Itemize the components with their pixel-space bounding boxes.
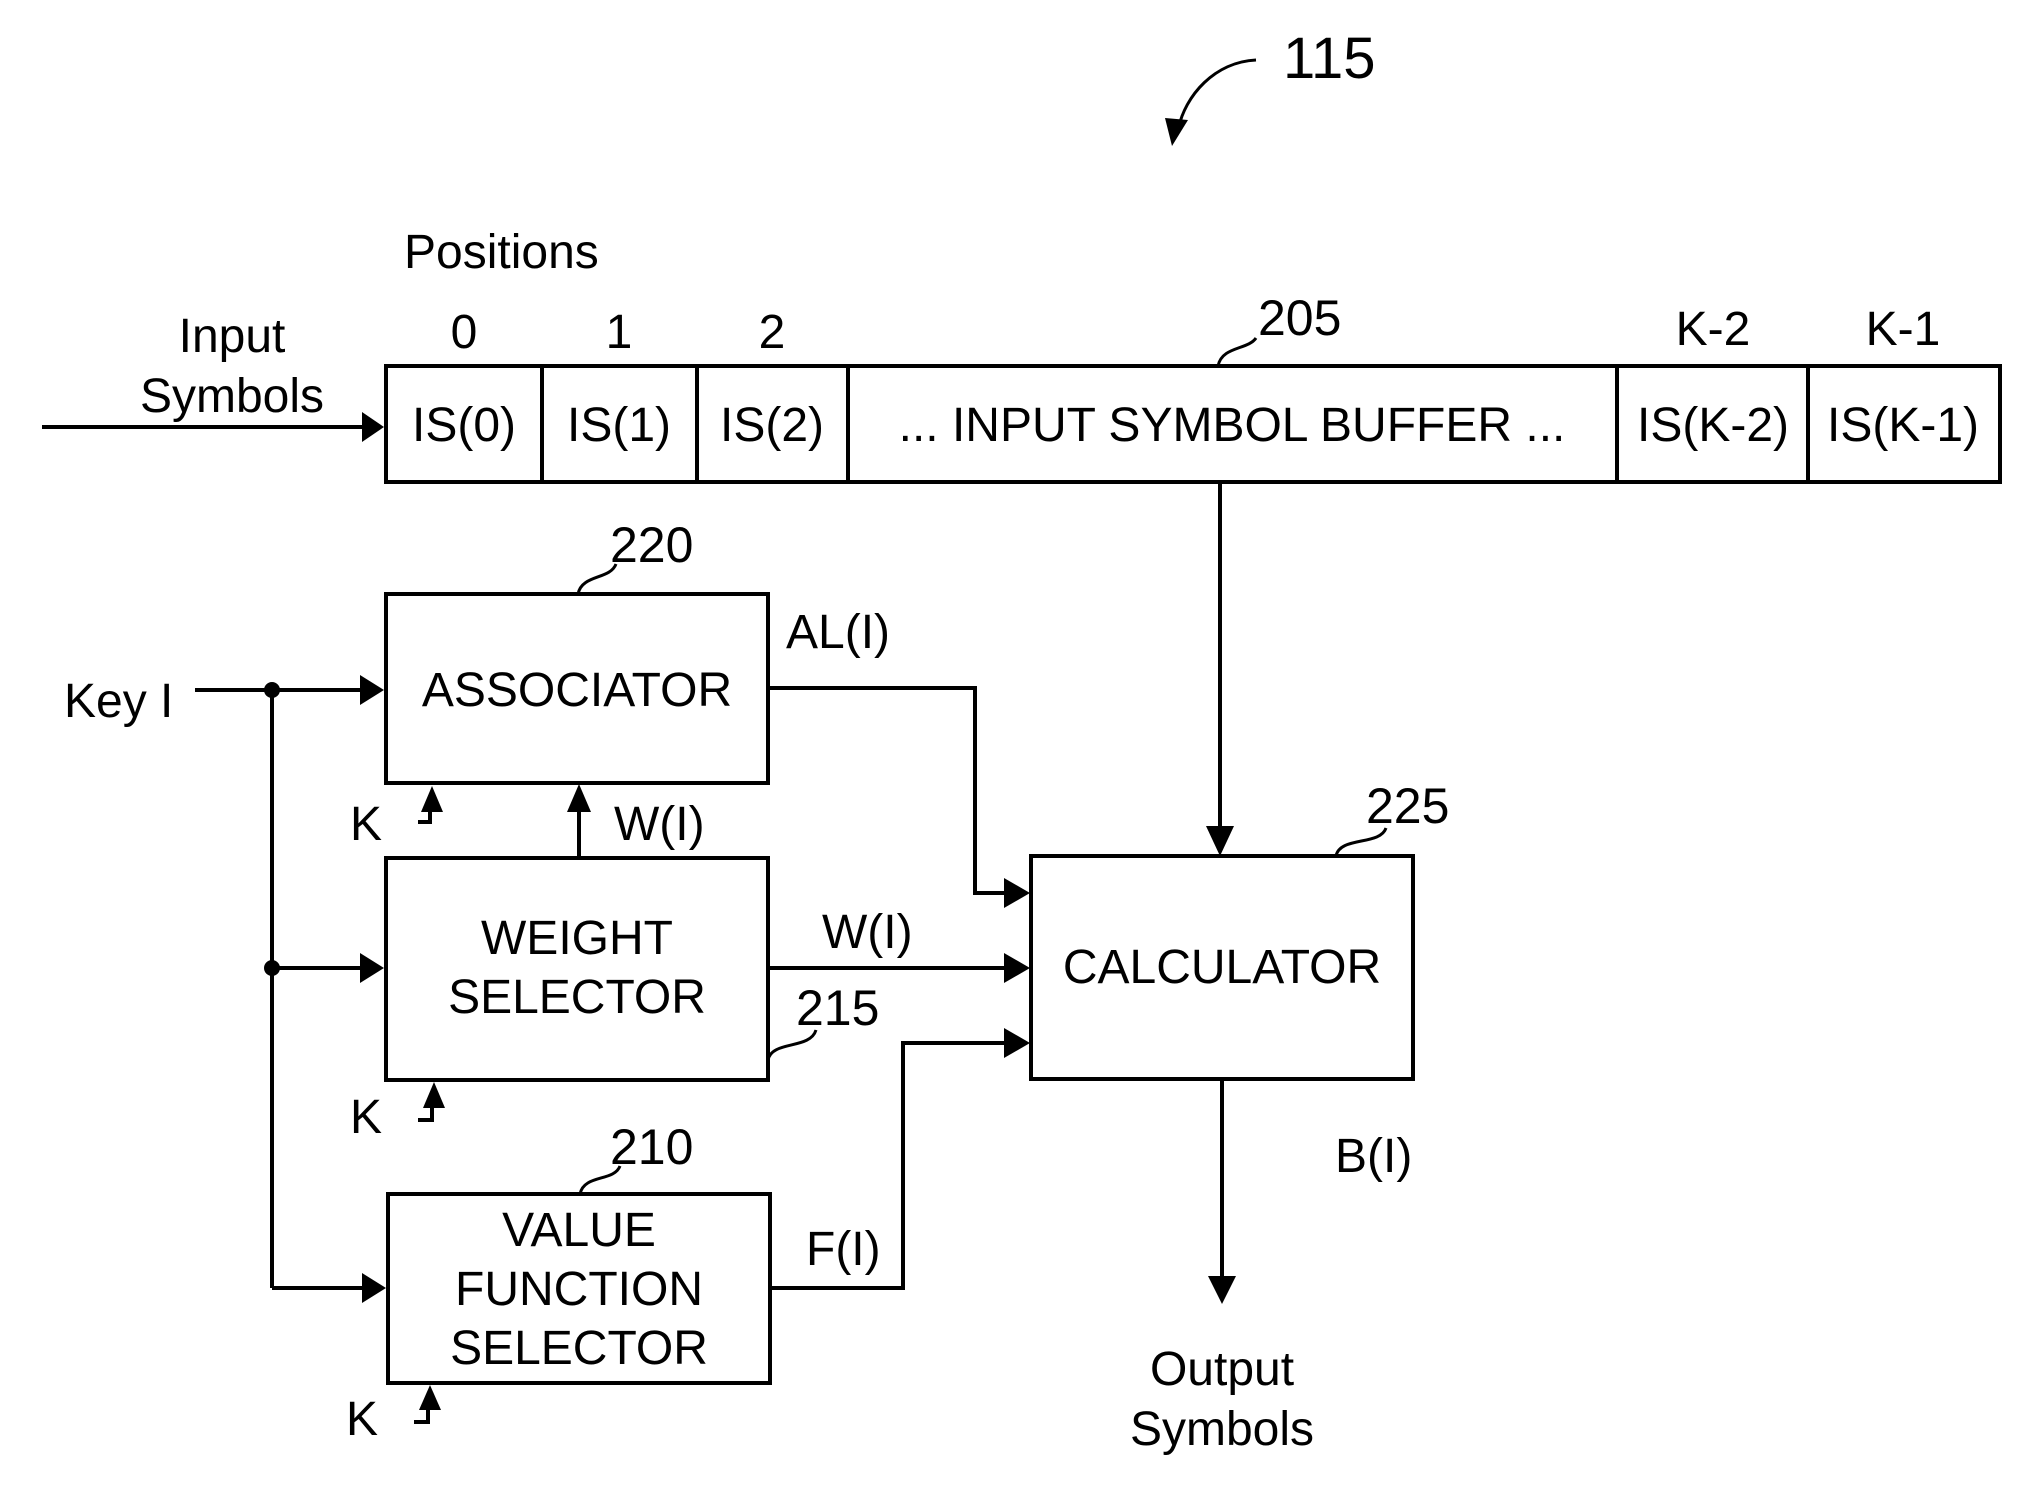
value-function-selector-k-line [414,1408,430,1424]
weight-output-label: W(I) [822,906,913,959]
weight-selector-k-label: K [350,1091,382,1144]
calculator-block: CALCULATOR 225 [1029,778,1449,1081]
value-function-selector-k-arrowhead [419,1385,441,1410]
figure-reference-label: 115 [1283,26,1375,91]
weight-selector-box [384,856,770,1082]
weight-selector-reference-label: 215 [796,980,879,1036]
associator-k-arrowhead [421,786,443,812]
position-label-2: 2 [759,306,786,359]
key-to-weight-arrowhead [360,953,384,983]
key-to-value-arrowhead [362,1273,386,1303]
position-label-k-2: K-2 [1676,303,1751,356]
associator-label: ASSOCIATOR [422,664,732,717]
weight-selector-label-line1: WEIGHT [481,912,673,965]
position-label-1: 1 [606,306,633,359]
value-function-selector-block: VALUE FUNCTION SELECTOR 210 K [346,1119,772,1446]
weight-to-associator-label: W(I) [614,798,705,851]
value-function-selector-label-line2: FUNCTION [455,1263,703,1316]
figure-reference: 115 [1165,26,1375,146]
positions-label: Positions [404,226,599,279]
calculator-reference-label: 225 [1366,778,1449,834]
calculator-label: CALCULATOR [1063,941,1381,994]
weight-to-associator-arrowhead [567,784,591,812]
figure-reference-arrowhead [1165,118,1188,146]
key-label: Key I [64,675,173,728]
weight-selector-k-arrowhead [423,1082,445,1108]
weight-selector-label-line2: SELECTOR [448,971,706,1024]
associator-block: ASSOCIATOR 220 K [350,517,770,851]
buffer-cell-is2: IS(2) [720,399,824,452]
value-function-output-label: F(I) [806,1223,881,1276]
key-junction-dot [264,682,280,698]
associator-output-label: AL(I) [786,606,890,659]
weight-selector-block: WEIGHT SELECTOR 215 K [350,856,879,1144]
calculator-output-arrowhead [1208,1276,1236,1304]
associator-to-calculator-arrowhead [1004,878,1030,908]
buffer-to-calculator-arrowhead [1206,826,1234,856]
buffer-cell-is0: IS(0) [412,399,516,452]
value-function-selector-reference-label: 210 [610,1119,693,1175]
buffer-cell-isk-1: IS(K-1) [1827,399,1979,452]
position-label-0: 0 [451,306,478,359]
input-symbol-buffer: 0 1 2 K-2 K-1 IS(0) IS(1) IS(2) ... INPU… [384,290,2002,484]
output-symbols-label-line2: Symbols [1130,1403,1314,1456]
associator-to-calculator-line [768,686,1006,895]
buffer-cell-isk-2: IS(K-2) [1637,399,1789,452]
calculator-output-label: B(I) [1335,1130,1412,1183]
value-function-selector-label-line3: SELECTOR [450,1322,708,1375]
buffer-reference-leader [1216,336,1258,367]
diagram-canvas: 115 Positions Input Symbols 0 1 2 K-2 K-… [42,26,2002,1456]
value-function-to-calculator-arrowhead [1004,1028,1030,1058]
associator-k-label: K [350,798,382,851]
output-symbols-label-line1: Output [1150,1343,1294,1396]
input-symbols-label-line2: Symbols [140,370,324,423]
figure-reference-arrow [1176,58,1257,131]
value-function-selector-k-label: K [346,1393,378,1446]
input-symbols-label-line1: Input [179,310,286,363]
input-symbols-arrowhead [362,412,384,442]
position-label-k-1: K-1 [1866,303,1941,356]
buffer-reference-label: 205 [1258,290,1341,346]
buffer-cell-is1: IS(1) [567,399,671,452]
weight-to-calculator-arrowhead [1004,953,1030,983]
buffer-cell-middle: ... INPUT SYMBOL BUFFER ... [899,399,1566,452]
associator-reference-label: 220 [610,517,693,573]
key-to-associator-arrowhead [360,675,384,705]
value-function-selector-label-line1: VALUE [502,1204,656,1257]
